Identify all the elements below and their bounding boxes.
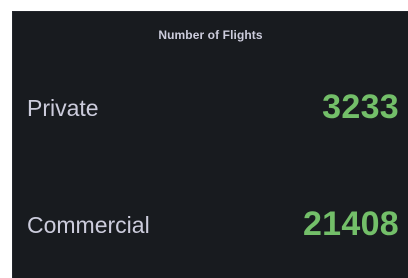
stat-label: Private	[27, 95, 99, 121]
stat-row-commercial: Commercial 21408	[13, 202, 408, 246]
stat-row-private: Private 3233	[13, 85, 408, 129]
stat-value: 3233	[322, 88, 399, 126]
stat-value: 21408	[302, 205, 399, 243]
stat-panel: Number of Flights Private 3233 Commercia…	[12, 11, 408, 278]
stat-label: Commercial	[27, 212, 150, 238]
panel-title[interactable]: Number of Flights	[13, 28, 408, 42]
